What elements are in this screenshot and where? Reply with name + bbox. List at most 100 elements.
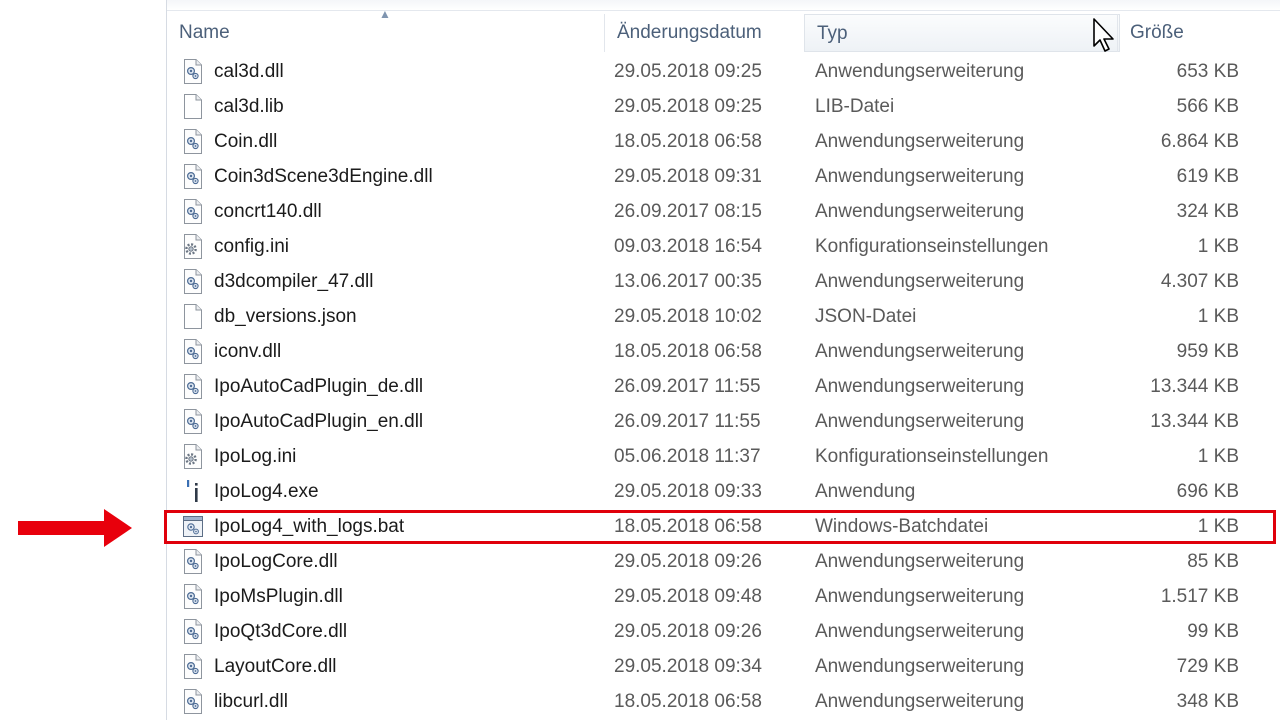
file-type: Anwendungserweiterung — [815, 691, 1025, 712]
file-type: Anwendungserweiterung — [815, 621, 1025, 642]
file-date: 18.05.2018 06:58 — [614, 691, 762, 712]
file-row[interactable]: IpoMsPlugin.dll 29.05.2018 09:48 Anwendung… — [167, 579, 1280, 614]
file-name: LayoutCore.dll — [214, 656, 337, 677]
file-type: Anwendungserweiterung — [815, 411, 1025, 432]
file-row[interactable]: IpoAutoCadPlugin_de.dll 26.09.2017 11:55 A… — [167, 369, 1280, 404]
file-date: 29.05.2018 09:34 — [614, 656, 762, 677]
sort-ascending-icon: ▲ — [379, 7, 391, 21]
window-top-edge — [167, 0, 1280, 11]
file-size: 1 KB — [1197, 516, 1239, 537]
file-type: Anwendungserweiterung — [815, 131, 1025, 152]
file-date: 29.05.2018 09:25 — [614, 61, 762, 82]
file-row[interactable]: cal3d.lib 29.05.2018 09:25 LIB-Datei 566 KB — [167, 89, 1280, 124]
dll-file-icon — [183, 654, 203, 679]
file-type: JSON-Datei — [815, 306, 917, 327]
ini-file-icon — [183, 444, 203, 469]
file-date: 29.05.2018 09:25 — [614, 96, 762, 117]
file-size: 619 KB — [1176, 166, 1239, 187]
file-name: cal3d.lib — [214, 96, 284, 117]
file-size: 13.344 KB — [1150, 411, 1239, 432]
file-name: concrt140.dll — [214, 201, 322, 222]
bat-file-icon — [183, 514, 203, 539]
column-header-date[interactable]: Änderungsdatum — [604, 14, 804, 52]
file-size: 1 KB — [1197, 446, 1239, 467]
file-row[interactable]: IpoLogCore.dll 29.05.2018 09:26 Anwendungs… — [167, 544, 1280, 579]
file-type: Anwendungserweiterung — [815, 271, 1025, 292]
file-size: 6.864 KB — [1160, 131, 1239, 152]
file-type: Konfigurationseinstellungen — [815, 236, 1049, 257]
file-name: IpoLog.ini — [214, 446, 297, 467]
file-type: Windows-Batchdatei — [815, 516, 989, 537]
file-name: iconv.dll — [214, 341, 282, 362]
dll-file-icon — [183, 339, 203, 364]
file-type: Anwendungserweiterung — [815, 656, 1025, 677]
file-size: 99 KB — [1187, 621, 1239, 642]
file-size: 4.307 KB — [1160, 271, 1239, 292]
file-row[interactable]: cal3d.dll 29.05.2018 09:25 Anwendungserwei… — [167, 54, 1280, 89]
file-type: Anwendungserweiterung — [815, 61, 1025, 82]
dll-file-icon — [183, 374, 203, 399]
file-row[interactable]: IpoLog.ini 05.06.2018 11:37 Konfigurations… — [167, 439, 1280, 474]
file-row[interactable]: config.ini 09.03.2018 16:54 Konfigurations… — [167, 229, 1280, 264]
column-header-type-label: Typ — [817, 23, 848, 44]
file-size: 729 KB — [1176, 656, 1239, 677]
file-explorer-list: ▲ Name Änderungsdatum Typ Größe cal3d.dl… — [166, 0, 1280, 720]
dll-file-icon — [183, 269, 203, 294]
ini-file-icon — [183, 234, 203, 259]
column-header-type[interactable]: Typ — [804, 14, 1120, 52]
file-row[interactable]: IpoQt3dCore.dll 29.05.2018 09:26 Anwendung… — [167, 614, 1280, 649]
file-row[interactable]: IpoLog4_with_logs.bat 18.05.2018 06:58 Win… — [167, 509, 1280, 544]
file-size: 959 KB — [1176, 341, 1239, 362]
file-name: d3dcompiler_47.dll — [214, 271, 374, 292]
dll-file-icon — [183, 549, 203, 574]
file-name: IpoLog4_with_logs.bat — [214, 516, 405, 537]
file-row[interactable]: d3dcompiler_47.dll 13.06.2017 00:35 Anwend… — [167, 264, 1280, 299]
file-name: IpoAutoCadPlugin_de.dll — [214, 376, 424, 397]
blank-file-icon — [183, 304, 203, 329]
file-row[interactable]: LayoutCore.dll 29.05.2018 09:34 Anwendungs… — [167, 649, 1280, 684]
file-size: 566 KB — [1176, 96, 1239, 117]
exe-file-icon — [183, 479, 203, 504]
file-size: 348 KB — [1176, 691, 1239, 712]
dll-file-icon — [183, 129, 203, 154]
file-name: IpoMsPlugin.dll — [214, 586, 343, 607]
file-row[interactable]: Coin3dScene3dEngine.dll 29.05.2018 09:31 A… — [167, 159, 1280, 194]
file-date: 18.05.2018 06:58 — [614, 131, 762, 152]
file-date: 09.03.2018 16:54 — [614, 236, 762, 257]
file-date: 29.05.2018 09:33 — [614, 481, 762, 502]
column-header-name[interactable]: ▲ Name — [167, 8, 604, 52]
file-date: 05.06.2018 11:37 — [614, 446, 761, 467]
file-name: IpoLogCore.dll — [214, 551, 338, 572]
file-row[interactable]: IpoLog4.exe 29.05.2018 09:33 Anwendung 696 … — [167, 474, 1280, 509]
file-name: IpoQt3dCore.dll — [214, 621, 348, 642]
file-size: 13.344 KB — [1150, 376, 1239, 397]
file-rows: cal3d.dll 29.05.2018 09:25 Anwendungserwei… — [167, 54, 1280, 719]
screenshot-page: ▲ Name Änderungsdatum Typ Größe cal3d.dl… — [0, 0, 1280, 720]
file-type: Anwendung — [815, 481, 916, 502]
file-name: db_versions.json — [214, 306, 357, 327]
file-type: Anwendungserweiterung — [815, 586, 1025, 607]
file-row[interactable]: db_versions.json 29.05.2018 10:02 JSON-Dat… — [167, 299, 1280, 334]
file-date: 29.05.2018 10:02 — [614, 306, 762, 327]
file-date: 29.05.2018 09:31 — [614, 166, 762, 187]
dll-file-icon — [183, 164, 203, 189]
file-row[interactable]: iconv.dll 18.05.2018 06:58 Anwendungserwei… — [167, 334, 1280, 369]
file-row[interactable]: Coin.dll 18.05.2018 06:58 Anwendungserweit… — [167, 124, 1280, 159]
file-row[interactable]: IpoAutoCadPlugin_en.dll 26.09.2017 11:55 A… — [167, 404, 1280, 439]
file-date: 18.05.2018 06:58 — [614, 341, 762, 362]
blank-file-icon — [183, 94, 203, 119]
column-header-size[interactable]: Größe — [1117, 14, 1251, 52]
file-row[interactable]: libcurl.dll 18.05.2018 06:58 Anwendungserw… — [167, 684, 1280, 719]
file-name: Coin3dScene3dEngine.dll — [214, 166, 433, 187]
file-date: 13.06.2017 00:35 — [614, 271, 762, 292]
file-date: 29.05.2018 09:48 — [614, 586, 762, 607]
file-date: 29.05.2018 09:26 — [614, 621, 762, 642]
mouse-cursor-icon — [1093, 18, 1114, 52]
file-date: 26.09.2017 11:55 — [614, 376, 761, 397]
file-row[interactable]: concrt140.dll 26.09.2017 08:15 Anwendungse… — [167, 194, 1280, 229]
dll-file-icon — [183, 689, 203, 714]
column-header-name-label: Name — [179, 22, 230, 43]
file-size: 696 KB — [1176, 481, 1239, 502]
file-date: 18.05.2018 06:58 — [614, 516, 762, 537]
file-size: 653 KB — [1176, 61, 1239, 82]
